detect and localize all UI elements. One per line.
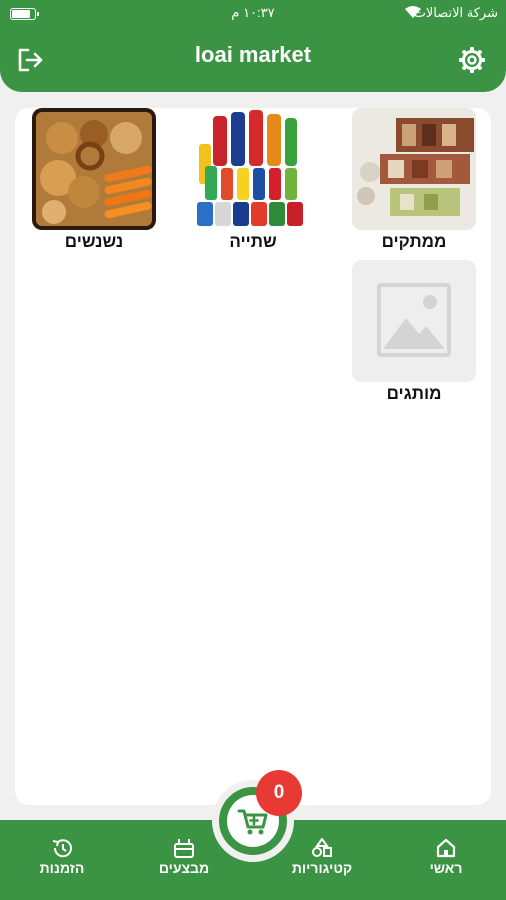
category-label: ממתקים xyxy=(381,232,447,251)
nav-label: מבצעים xyxy=(158,860,210,876)
nav-label: ראשי xyxy=(429,860,463,876)
category-drinks[interactable]: שתייה xyxy=(191,108,315,252)
drinks-photo xyxy=(191,108,315,230)
category-label: שתייה xyxy=(229,232,277,251)
app-bar: loai market xyxy=(0,28,506,92)
category-label: מותגים xyxy=(386,384,442,403)
snacks-photo xyxy=(32,108,156,230)
shapes-icon xyxy=(312,838,332,857)
gear-icon[interactable] xyxy=(458,46,486,74)
nav-label: הזמנות xyxy=(39,860,85,876)
nav-orders[interactable]: הזמנות xyxy=(12,838,112,876)
status-carrier: شركة الاتصالات xyxy=(413,5,498,20)
status-time: ١٠:٣٧ م xyxy=(231,5,275,20)
sweets-photo xyxy=(352,108,476,230)
category-snacks[interactable]: נשנשים xyxy=(32,108,156,252)
status-bar: ١٠:٣٧ م شركة الاتصالات xyxy=(0,0,506,28)
category-brands[interactable]: מותגים xyxy=(352,260,476,404)
page-title: loai market xyxy=(194,42,312,67)
cart-count-badge: 0 xyxy=(256,770,302,816)
home-icon xyxy=(436,838,456,858)
image-placeholder-icon xyxy=(352,260,476,382)
nav-label: קטיגוריות xyxy=(291,860,353,876)
battery-icon xyxy=(10,8,39,20)
categories-grid: ממתקים שתייה נשנשים מותגים xyxy=(15,108,491,805)
nav-home[interactable]: ראשי xyxy=(396,838,496,876)
category-sweets[interactable]: ממתקים xyxy=(352,108,476,252)
category-label: נשנשים xyxy=(64,232,124,251)
deals-icon xyxy=(174,839,194,858)
history-icon xyxy=(52,839,72,858)
